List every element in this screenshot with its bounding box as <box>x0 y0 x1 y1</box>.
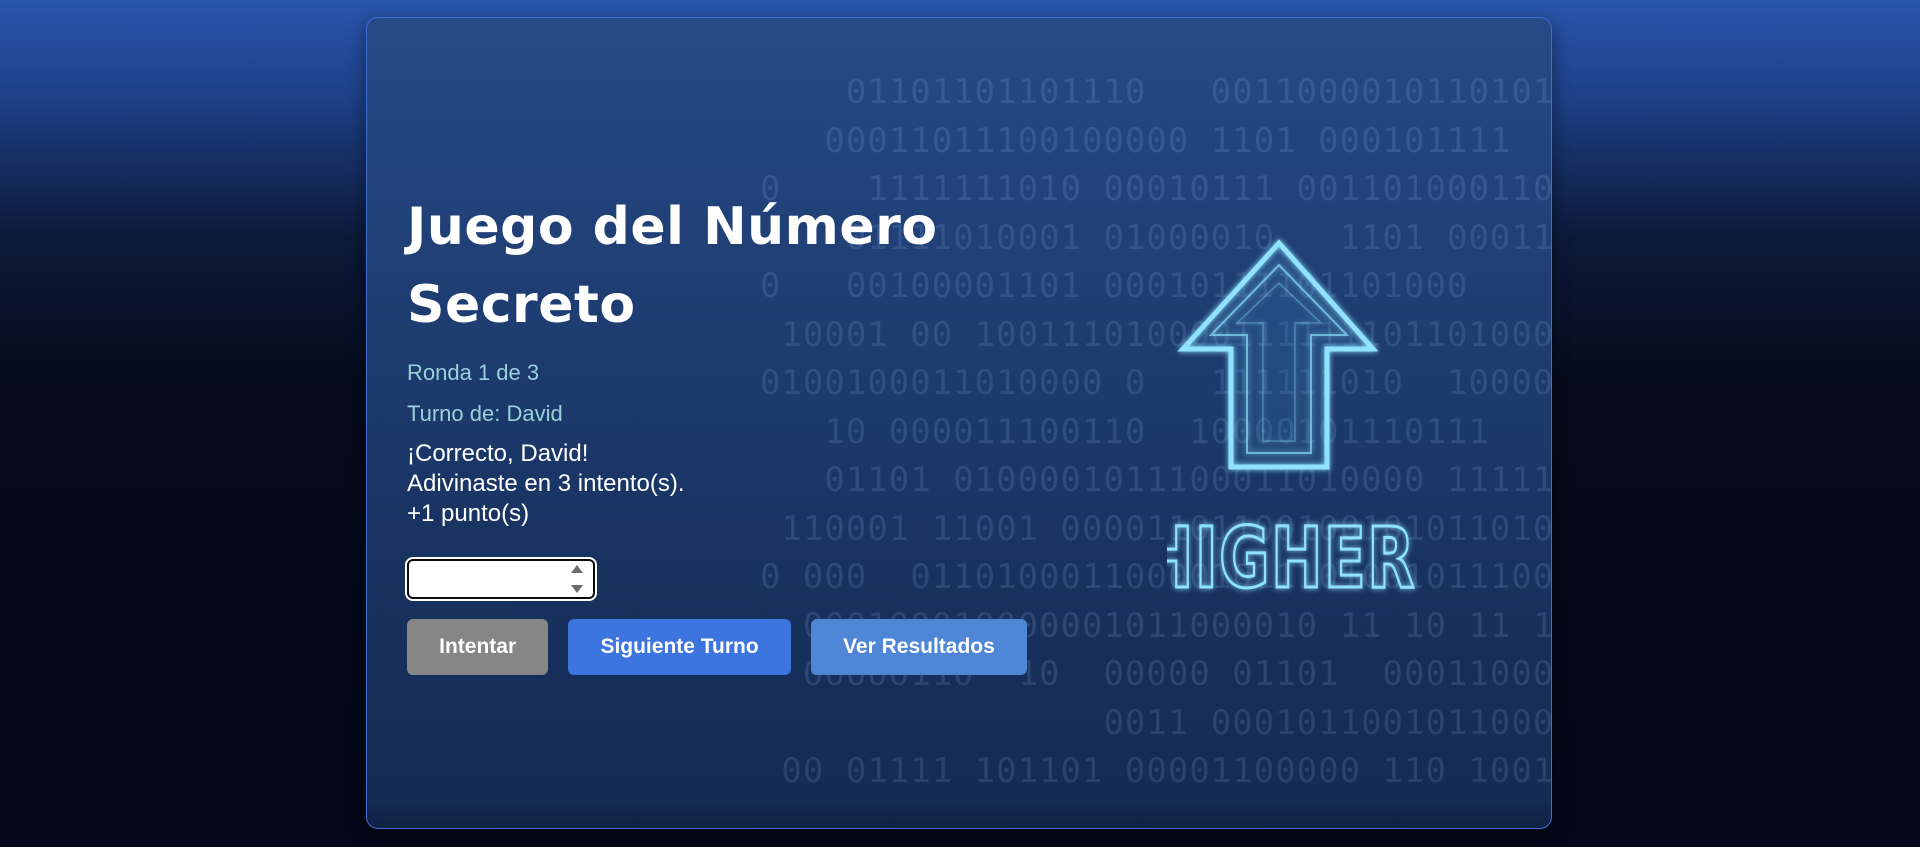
view-results-button[interactable]: Ver Resultados <box>810 619 1027 675</box>
arrow-up-icon: HIGHER <box>1167 239 1416 603</box>
binary-text-line: 0011 00010110010110000 10 0 0 <box>1103 702 1552 743</box>
game-content: Juego del Número Secreto Ronda 1 de 3 Tu… <box>405 188 1027 675</box>
stepper-down-icon[interactable] <box>571 585 583 593</box>
stepper-up-icon[interactable] <box>571 565 583 573</box>
guess-input[interactable] <box>409 561 565 597</box>
binary-text-line: 00011011100100000 1101 000101111 1011010… <box>824 120 1512 161</box>
page-title: Juego del Número Secreto <box>407 197 938 335</box>
hint-text: HIGHER <box>1167 509 1416 603</box>
hint-graphic: HIGHER <box>1167 223 1457 603</box>
result-message-line: +1 punto(s) <box>407 500 530 527</box>
number-stepper[interactable] <box>571 565 583 593</box>
try-button[interactable]: Intentar <box>407 619 549 675</box>
result-message-line: Adivinaste en 3 intento(s). <box>407 470 685 497</box>
guess-field <box>405 557 597 601</box>
result-message: ¡Correcto, David! Adivinaste en 3 intent… <box>407 439 1027 529</box>
turn-indicator: Turno de: David <box>407 401 563 426</box>
round-indicator: Ronda 1 de 3 <box>407 360 540 385</box>
binary-text-line: 00 01111 101101 00001100000 110 100101 1… <box>781 751 1551 788</box>
game-card: 01101101101110 0011000010110101 0 000110… <box>366 17 1552 829</box>
result-message-line: ¡Correcto, David! <box>407 440 589 467</box>
next-turn-button[interactable]: Siguiente Turno <box>568 619 791 675</box>
action-buttons: Intentar Siguiente Turno Ver Resultados <box>407 619 1027 675</box>
binary-text-line: 01101101101110 0011000010110101 0 <box>717 72 1552 112</box>
